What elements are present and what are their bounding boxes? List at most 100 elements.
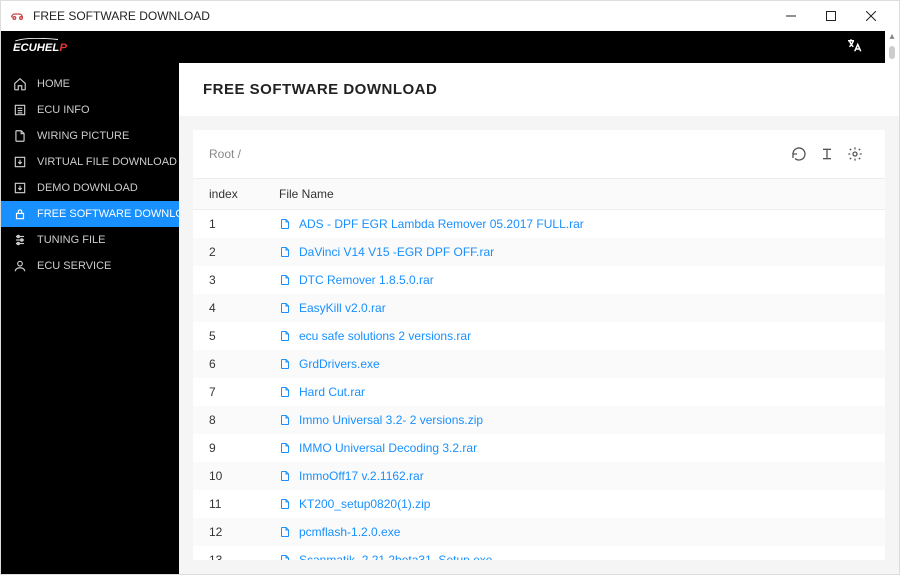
file-icon	[279, 497, 291, 511]
sidebar-item-ecu-service[interactable]: ECU SERVICE	[1, 253, 179, 279]
table-row: 11KT200_setup0820(1).zip	[193, 490, 885, 518]
refresh-button[interactable]	[785, 140, 813, 168]
file-name: ecu safe solutions 2 versions.rar	[299, 329, 471, 343]
sidebar-item-wiring-picture[interactable]: WIRING PICTURE	[1, 123, 179, 149]
file-link[interactable]: Scanmatik_2.21.2beta31_Setup.exe	[279, 553, 869, 560]
table-body: 1 ADS - DPF EGR Lambda Remover 05.2017 FU…	[193, 210, 885, 560]
row-index: 5	[209, 329, 279, 343]
row-index: 10	[209, 469, 279, 483]
sidebar: HOME ECU INFO WIRING PICTURE VIRTUAL FILE D…	[1, 63, 179, 574]
file-icon	[279, 469, 291, 483]
list-icon	[13, 103, 27, 117]
table-row: 8Immo Universal 3.2- 2 versions.zip	[193, 406, 885, 434]
table-header: index File Name	[193, 178, 885, 210]
download-box-icon	[13, 155, 27, 169]
row-index: 11	[209, 497, 279, 511]
file-icon	[279, 301, 291, 315]
sidebar-item-free-software-downlo[interactable]: FREE SOFTWARE DOWNLO...	[1, 201, 179, 227]
file-icon	[279, 217, 291, 231]
sidebar-item-ecu-info[interactable]: ECU INFO	[1, 97, 179, 123]
file-link[interactable]: DTC Remover 1.8.5.0.rar	[279, 273, 869, 287]
table-row: 5 ecu safe solutions 2 versions.rar	[193, 322, 885, 350]
file-name: Scanmatik_2.21.2beta31_Setup.exe	[299, 553, 492, 560]
file-icon	[279, 357, 291, 371]
table-row: 7 Hard Cut.rar	[193, 378, 885, 406]
file-name: ADS - DPF EGR Lambda Remover 05.2017 FUL…	[299, 217, 584, 231]
file-icon	[279, 525, 291, 539]
file-link[interactable]: pcmflash-1.2.0.exe	[279, 525, 869, 539]
sidebar-item-tuning-file[interactable]: TUNING FILE	[1, 227, 179, 253]
scrollbar-thumb[interactable]	[889, 46, 895, 59]
svg-text:ECUHEL: ECUHEL	[13, 42, 59, 54]
file-name: GrdDrivers.exe	[299, 357, 380, 371]
sidebar-item-label: TUNING FILE	[37, 234, 105, 246]
app-logo: ECUHEL P	[13, 38, 103, 56]
header-file-name: File Name	[279, 187, 869, 201]
file-link[interactable]: ImmoOff17 v.2.1162.rar	[279, 469, 869, 483]
file-link[interactable]: DaVinci V14 V15 -EGR DPF OFF.rar	[279, 245, 869, 259]
download-box-icon	[13, 181, 27, 195]
sidebar-item-label: VIRTUAL FILE DOWNLOAD	[37, 156, 177, 168]
file-link[interactable]: EasyKill v2.0.rar	[279, 301, 869, 315]
settings-button[interactable]	[841, 140, 869, 168]
table-row: 1 ADS - DPF EGR Lambda Remover 05.2017 FU…	[193, 210, 885, 238]
file-link[interactable]: KT200_setup0820(1).zip	[279, 497, 869, 511]
header-ribbon: ECUHEL P ▴	[1, 31, 899, 63]
file-link[interactable]: ADS - DPF EGR Lambda Remover 05.2017 FUL…	[279, 217, 869, 231]
row-index: 3	[209, 273, 279, 287]
table-row: 12 pcmflash-1.2.0.exe	[193, 518, 885, 546]
tune-icon	[13, 233, 27, 247]
window-title: FREE SOFTWARE DOWNLOAD	[33, 9, 771, 23]
home-icon	[13, 77, 27, 91]
header-index: index	[209, 187, 279, 201]
file-icon	[279, 245, 291, 259]
table-row: 6 GrdDrivers.exe	[193, 350, 885, 378]
window-titlebar: FREE SOFTWARE DOWNLOAD	[1, 1, 899, 31]
table-row: 4 EasyKill v2.0.rar	[193, 294, 885, 322]
minimize-button[interactable]	[771, 2, 811, 30]
page-title: FREE SOFTWARE DOWNLOAD	[203, 81, 875, 98]
file-link[interactable]: GrdDrivers.exe	[279, 357, 869, 371]
row-index: 9	[209, 441, 279, 455]
file-icon	[13, 129, 27, 143]
row-index: 1	[209, 217, 279, 231]
close-button[interactable]	[851, 2, 891, 30]
row-index: 2	[209, 245, 279, 259]
page-title-bar: FREE SOFTWARE DOWNLOAD	[179, 63, 899, 116]
file-icon	[279, 441, 291, 455]
file-icon	[279, 273, 291, 287]
sidebar-item-label: ECU SERVICE	[37, 260, 111, 272]
file-name: Hard Cut.rar	[299, 385, 365, 399]
sidebar-item-virtual-file-download[interactable]: VIRTUAL FILE DOWNLOAD	[1, 149, 179, 175]
file-name: pcmflash-1.2.0.exe	[299, 525, 400, 539]
row-index: 4	[209, 301, 279, 315]
upload-button[interactable]	[813, 140, 841, 168]
breadcrumb[interactable]: Root /	[209, 147, 785, 161]
lock-icon	[13, 207, 27, 221]
sidebar-item-home[interactable]: HOME	[1, 71, 179, 97]
file-icon	[279, 413, 291, 427]
table-row: 10 ImmoOff17 v.2.1162.rar	[193, 462, 885, 490]
maximize-button[interactable]	[811, 2, 851, 30]
sidebar-item-label: HOME	[37, 78, 70, 90]
sidebar-item-demo-download[interactable]: DEMO DOWNLOAD	[1, 175, 179, 201]
content-area: FREE SOFTWARE DOWNLOAD Root / index File…	[179, 63, 899, 574]
row-index: 13	[209, 553, 279, 560]
row-index: 6	[209, 357, 279, 371]
row-index: 8	[209, 413, 279, 427]
row-index: 7	[209, 385, 279, 399]
file-link[interactable]: ecu safe solutions 2 versions.rar	[279, 329, 869, 343]
table-row: 13 Scanmatik_2.21.2beta31_Setup.exe	[193, 546, 885, 560]
file-icon	[279, 329, 291, 343]
scrollbar-vertical[interactable]: ▴	[885, 31, 899, 63]
file-name: EasyKill v2.0.rar	[299, 301, 386, 315]
row-index: 12	[209, 525, 279, 539]
file-link[interactable]: Hard Cut.rar	[279, 385, 869, 399]
sidebar-item-label: DEMO DOWNLOAD	[37, 182, 138, 194]
sidebar-item-label: ECU INFO	[37, 104, 90, 116]
file-name: ImmoOff17 v.2.1162.rar	[299, 469, 424, 483]
translate-button[interactable]	[845, 37, 863, 60]
table-row: 3DTC Remover 1.8.5.0.rar	[193, 266, 885, 294]
file-link[interactable]: IMMO Universal Decoding 3.2.rar	[279, 441, 869, 455]
file-link[interactable]: Immo Universal 3.2- 2 versions.zip	[279, 413, 869, 427]
